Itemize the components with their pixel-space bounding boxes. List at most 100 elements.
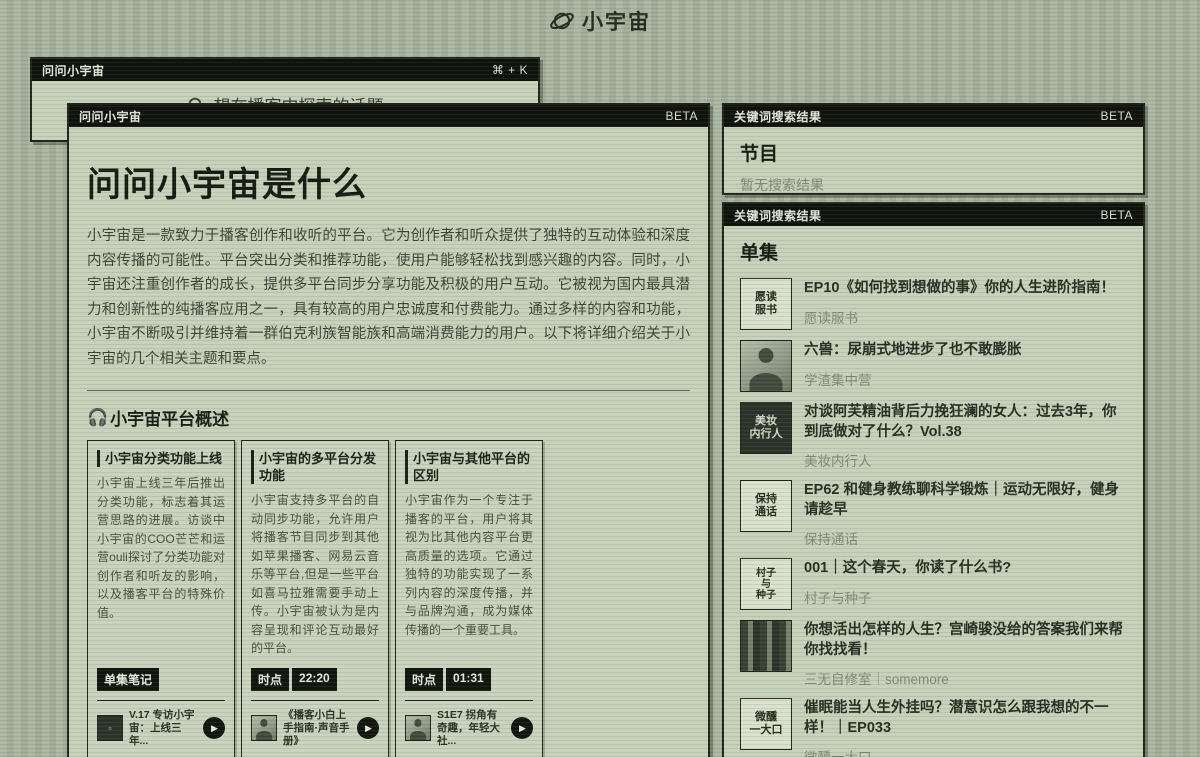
episode-title: 你想活出怎样的人生？宫崎骏没给的答案我们来帮你找找看！ <box>804 621 1127 660</box>
show-name: 保持通话 <box>804 528 1127 548</box>
app-header: 小宇宙 <box>0 6 1200 36</box>
list-item[interactable]: 愿读 服书 EP10《如何找到想做的事》你的人生进阶指南！ 愿读服书 <box>740 278 1127 330</box>
card-body: 小宇宙上线三年后推出分类功能，标志着其运营思路的进展。访谈中小宇宙的COO芒芒和… <box>97 474 225 622</box>
intro-paragraph: 小宇宙是一款致力于播客创作和收听的平台。它为创作者和听众提供了独特的互动体验和深… <box>87 224 690 371</box>
play-icon: ▶ <box>211 723 218 734</box>
episode-cover: 愿读 服书 <box>740 278 792 330</box>
episode-title: V.17 专访小宇宙：上线三年... <box>129 709 197 748</box>
show-name: 愿读服书 <box>804 307 1127 327</box>
episode-title: 001｜这个春天，你读了什么书? <box>804 559 1127 579</box>
episode-text: EP10《如何找到想做的事》你的人生进阶指南！ 愿读服书 <box>804 278 1127 327</box>
show-name: 美妆内行人 <box>804 450 1127 470</box>
episode-title: 《播客小白上手指南·声音手册》 <box>283 709 351 748</box>
app-logo-text: 小宇宙 <box>582 6 651 36</box>
play-icon: ▶ <box>365 723 372 734</box>
desktop: 小宇宙 问问小宇宙 ⌘ + K 想在播客中探索的话题 问问小宇宙 BETA 问问… <box>0 0 1200 757</box>
episodes-results-window: 关键词搜索结果 BETA 单集 愿读 服书 EP10《如何找到想做的事》你的人生… <box>722 202 1145 757</box>
list-item[interactable]: 村子 与 种子 001｜这个春天，你读了什么书? 村子与种子 <box>740 558 1127 610</box>
list-item[interactable]: 美妆 内行人 对谈阿芙精油背后力挽狂澜的女人：过去3年，你到底做对了什么？Vol… <box>740 402 1127 470</box>
search-window-title: 问问小宇宙 <box>42 62 105 79</box>
shows-section-heading: 节目 <box>740 139 1127 166</box>
episodes-window-titlebar: 关键词搜索结果 BETA <box>724 204 1143 226</box>
ask-window-titlebar: 问问小宇宙 BETA <box>69 105 708 127</box>
episode-title: 对谈阿芙精油背后力挽狂澜的女人：过去3年，你到底做对了什么？Vol.38 <box>804 403 1127 442</box>
timestamp-label-badge: 时点 <box>251 668 289 691</box>
beta-badge: BETA <box>1101 208 1133 222</box>
episode-link[interactable]: 《播客小白上手指南·声音手册》 ▶ <box>251 709 379 748</box>
episode-link[interactable]: S1E7 拐角有奇趣，年轻大社... ▶ <box>405 709 533 748</box>
episode-title: EP10《如何找到想做的事》你的人生进阶指南！ <box>804 279 1127 299</box>
topic-card: 小宇宙分类功能上线 小宇宙上线三年后推出分类功能，标志着其运营思路的进展。访谈中… <box>87 440 235 757</box>
card-divider <box>251 700 379 701</box>
card-title: 小宇宙的多平台分发功能 <box>251 450 379 484</box>
card-body: 小宇宙支持多平台的自动同步功能，允许用户将播客节目同步到其他如苹果播客、网易云音… <box>251 491 379 658</box>
list-item[interactable]: 六兽：尿崩式地进步了也不敢膨胀 学渣集中营 <box>740 340 1127 392</box>
episode-text: EP62 和健身教练聊科学锻炼｜运动无限好，健身请趁早 保持通话 <box>804 480 1127 548</box>
ask-window-body: 问问小宇宙是什么 小宇宙是一款致力于播客创作和收听的平台。它为创作者和听众提供了… <box>69 127 708 757</box>
list-item[interactable]: 微醺 一大口 催眠能当人生外挂吗？潜意识怎么跟我想的不一样！｜EP033 微醺一… <box>740 698 1127 757</box>
shortcut-hint: ⌘ + K <box>492 63 528 77</box>
show-name: 三无自修室｜somemore <box>804 668 1127 688</box>
ask-window-title: 问问小宇宙 <box>79 108 142 125</box>
episode-title: S1E7 拐角有奇趣，年轻大社... <box>437 709 505 748</box>
empty-results-text: 暂无搜索结果 <box>740 175 1127 195</box>
episode-title: EP62 和健身教练聊科学锻炼｜运动无限好，健身请趁早 <box>804 481 1127 520</box>
play-button[interactable]: ▶ <box>511 717 533 739</box>
episode-text: 001｜这个春天，你读了什么书? 村子与种子 <box>804 558 1127 607</box>
play-button[interactable]: ▶ <box>203 717 225 739</box>
topic-card: 小宇宙的多平台分发功能 小宇宙支持多平台的自动同步功能，允许用户将播客节目同步到… <box>241 440 389 757</box>
episode-list: 愿读 服书 EP10《如何找到想做的事》你的人生进阶指南！ 愿读服书 六兽：尿崩… <box>740 278 1127 757</box>
episode-cover: 美妆 内行人 <box>740 402 792 454</box>
show-name: 学渣集中营 <box>804 369 1127 389</box>
episode-cover <box>740 620 792 672</box>
episode-title: 催眠能当人生外挂吗？潜意识怎么跟我想的不一样！｜EP033 <box>804 699 1127 738</box>
timestamp-label-badge: 时点 <box>405 668 443 691</box>
episodes-window-title: 关键词搜索结果 <box>734 207 822 224</box>
note-type-badge: 单集笔记 <box>97 668 159 691</box>
episode-cover: 保持 通话 <box>740 480 792 532</box>
episode-cover: 微醺 一大口 <box>740 698 792 750</box>
card-divider <box>405 700 533 701</box>
show-name: 村子与种子 <box>804 587 1127 607</box>
section-heading-overview: 🎧 小宇宙平台概述 <box>87 405 690 430</box>
card-body: 小宇宙作为一个专注于播客的平台，用户将其视为比其他内容平台更高质量的选项。它通过… <box>405 491 533 639</box>
episodes-section-heading: 单集 <box>740 238 1127 265</box>
play-icon: ▶ <box>519 723 526 734</box>
play-button[interactable]: ▶ <box>357 717 379 739</box>
planet-icon <box>549 8 575 34</box>
episode-cover <box>740 340 792 392</box>
episode-text: 对谈阿芙精油背后力挽狂澜的女人：过去3年，你到底做对了什么？Vol.38 美妆内… <box>804 402 1127 470</box>
episode-text: 你想活出怎样的人生？宫崎骏没给的答案我们来帮你找找看！ 三无自修室｜somemo… <box>804 620 1127 688</box>
episodes-panel-body: 单集 愿读 服书 EP10《如何找到想做的事》你的人生进阶指南！ 愿读服书 六兽… <box>724 226 1143 757</box>
episode-text: 催眠能当人生外挂吗？潜意识怎么跟我想的不一样！｜EP033 微醺一大口 <box>804 698 1127 757</box>
shows-window-titlebar: 关键词搜索结果 BETA <box>724 105 1143 127</box>
ask-window: 问问小宇宙 BETA 问问小宇宙是什么 小宇宙是一款致力于播客创作和收听的平台。… <box>67 103 710 757</box>
timestamp-value-badge: 01:31 <box>446 668 491 691</box>
list-item[interactable]: 保持 通话 EP62 和健身教练聊科学锻炼｜运动无限好，健身请趁早 保持通话 <box>740 480 1127 548</box>
section-title: 小宇宙平台概述 <box>110 405 229 430</box>
episode-title: 六兽：尿崩式地进步了也不敢膨胀 <box>804 341 1127 361</box>
list-item[interactable]: 你想活出怎样的人生？宫崎骏没给的答案我们来帮你找找看！ 三无自修室｜somemo… <box>740 620 1127 688</box>
page-title: 问问小宇宙是什么 <box>87 157 690 206</box>
episode-cover: ▫ <box>97 715 123 741</box>
badge-row: 单集笔记 <box>97 658 225 691</box>
topic-card: 小宇宙与其他平台的区别 小宇宙作为一个专注于播客的平台，用户将其视为比其他内容平… <box>395 440 543 757</box>
shows-panel-body: 节目 暂无搜索结果 <box>724 127 1143 207</box>
episode-text: 六兽：尿崩式地进步了也不敢膨胀 学渣集中营 <box>804 340 1127 389</box>
episode-cover <box>251 715 277 741</box>
card-divider <box>97 700 225 701</box>
headphones-icon: 🎧 <box>87 408 108 428</box>
section-divider <box>87 390 690 391</box>
episode-link[interactable]: ▫ V.17 专访小宇宙：上线三年... ▶ <box>97 709 225 748</box>
timestamp-value-badge: 22:20 <box>292 668 337 691</box>
badge-row: 时点 22:20 <box>251 658 379 691</box>
episode-cover <box>405 715 431 741</box>
shows-window-title: 关键词搜索结果 <box>734 108 822 125</box>
search-window-titlebar: 问问小宇宙 ⌘ + K <box>32 59 538 81</box>
card-row-overview: 小宇宙分类功能上线 小宇宙上线三年后推出分类功能，标志着其运营思路的进展。访谈中… <box>87 440 690 757</box>
card-title: 小宇宙与其他平台的区别 <box>405 450 533 484</box>
beta-badge: BETA <box>666 109 698 123</box>
badge-row: 时点 01:31 <box>405 658 533 691</box>
beta-badge: BETA <box>1101 109 1133 123</box>
shows-results-window: 关键词搜索结果 BETA 节目 暂无搜索结果 <box>722 103 1145 195</box>
